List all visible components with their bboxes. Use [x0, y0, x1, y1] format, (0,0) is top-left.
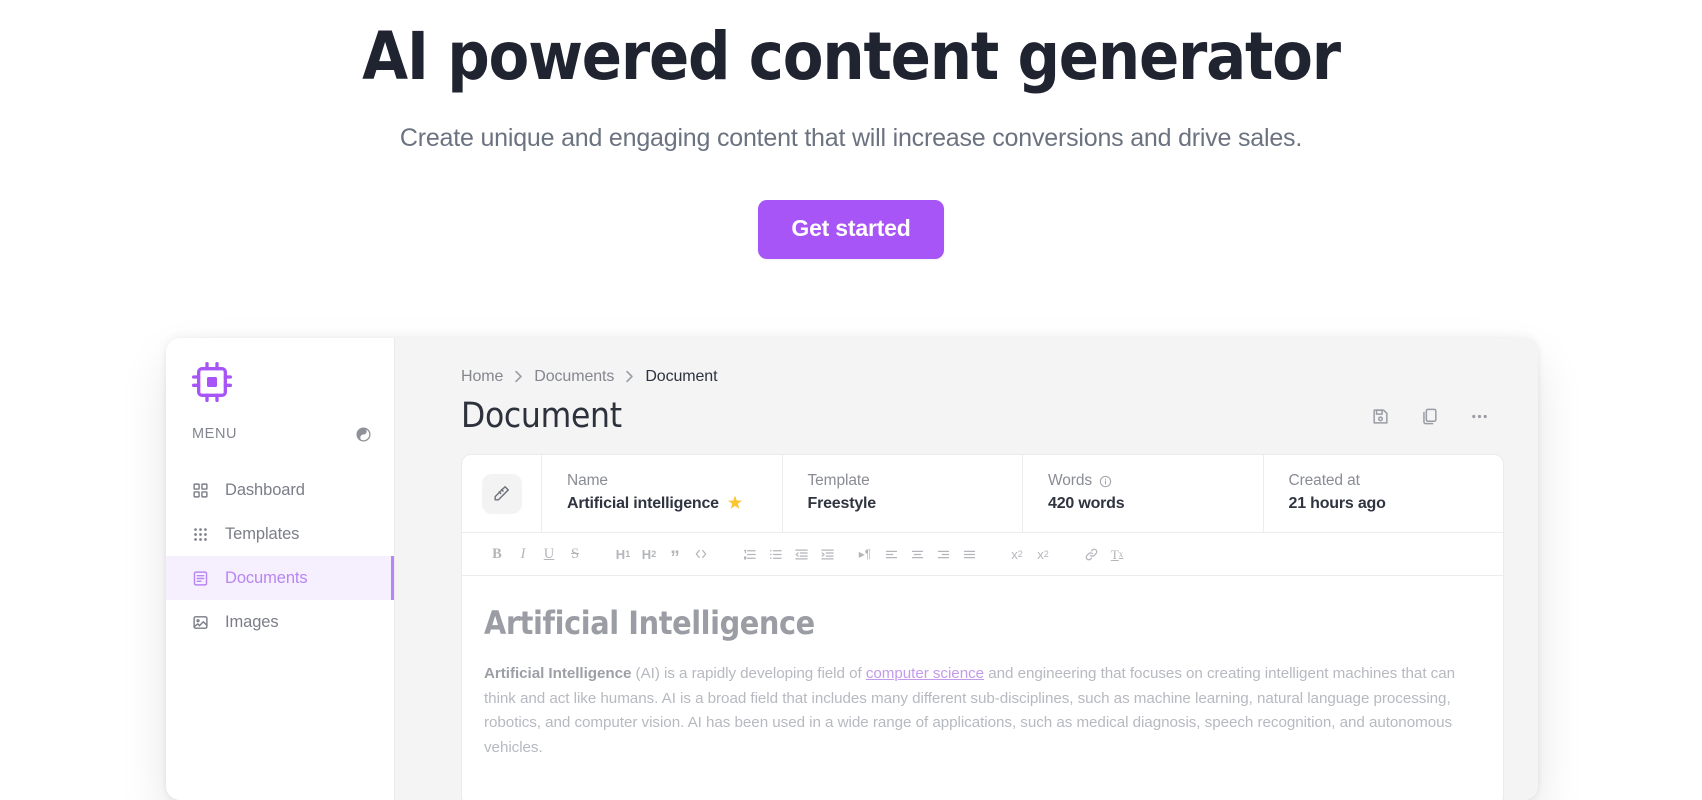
meta-key-label: Name	[567, 472, 608, 489]
document-body[interactable]: Artificial Intelligence Artificial Intel…	[462, 576, 1503, 761]
title-row: Document	[461, 396, 1504, 436]
hero-subtitle: Create unique and engaging content that …	[399, 123, 1303, 152]
heading-2-button[interactable]: H2	[636, 541, 662, 567]
save-icon[interactable]	[1371, 407, 1390, 426]
info-icon[interactable]	[1099, 475, 1112, 488]
document-meta-bar: Name Artificial intelligence ★ Template …	[462, 455, 1503, 532]
document-page-title: Document	[461, 396, 622, 436]
align-center-button[interactable]	[904, 541, 930, 567]
breadcrumb: Home Documents Document	[461, 368, 1504, 386]
meta-key: Words	[1048, 472, 1263, 490]
menu-header: MENU	[166, 412, 394, 456]
meta-field-template: Template Freestyle	[783, 455, 1023, 532]
superscript-button[interactable]: x2	[1030, 541, 1056, 567]
ordered-list-button[interactable]	[736, 541, 762, 567]
sidebar-item-documents[interactable]: Documents	[166, 556, 394, 600]
clear-format-button[interactable]: Tx	[1104, 541, 1130, 567]
copy-icon[interactable]	[1420, 407, 1439, 426]
app-window-mockup: MENU Dashboard Templates Documents Image…	[166, 338, 1538, 800]
link-button[interactable]	[1078, 541, 1104, 567]
bold-button[interactable]: B	[484, 541, 510, 567]
editor-toolbar: B I U S H1 H2 ” ▸¶ x 2 x 2 T x	[462, 532, 1503, 576]
sidebar-nav: Dashboard Templates Documents Images	[166, 468, 394, 644]
toolbar-group-script: x2 x2	[1004, 541, 1056, 567]
bullet-list-button[interactable]	[762, 541, 788, 567]
more-horizontal-icon[interactable]	[1469, 406, 1490, 427]
meta-value-label: Artificial intelligence	[567, 495, 719, 512]
breadcrumb-item-home[interactable]: Home	[461, 368, 503, 386]
toolbar-group-align: ▸¶	[852, 541, 982, 567]
meta-value: Artificial intelligence ★	[567, 495, 782, 513]
meta-key-label: Created at	[1288, 472, 1360, 489]
sidebar-item-label: Templates	[225, 524, 300, 543]
computer-science-link[interactable]: computer science	[866, 665, 984, 682]
indent-button[interactable]	[814, 541, 840, 567]
paragraph-lead: Artificial Intelligence	[484, 665, 632, 682]
breadcrumb-item-documents[interactable]: Documents	[534, 368, 614, 386]
chevron-right-icon	[625, 370, 634, 385]
meta-value: 420 words	[1048, 495, 1263, 513]
title-actions	[1371, 406, 1504, 427]
logo-row	[166, 338, 394, 412]
align-justify-button[interactable]	[956, 541, 982, 567]
meta-icon-cell	[462, 455, 542, 532]
sidebar-item-dashboard[interactable]: Dashboard	[166, 468, 394, 512]
main-content: Home Documents Document Document Name Ar…	[395, 338, 1538, 800]
underline-button[interactable]: U	[536, 541, 562, 567]
grid-dots-icon	[192, 526, 210, 543]
sidebar-item-label: Documents	[225, 568, 308, 587]
meta-key-label: Template	[807, 472, 870, 489]
meta-value-label: 21 hours ago	[1288, 495, 1386, 512]
meta-value: 21 hours ago	[1289, 495, 1504, 513]
outdent-button[interactable]	[788, 541, 814, 567]
meta-value-label: Freestyle	[807, 495, 877, 512]
document-paragraph: Artificial Intelligence (AI) is a rapidl…	[484, 662, 1469, 761]
align-right-button[interactable]	[930, 541, 956, 567]
chevron-right-icon	[514, 370, 523, 385]
hero-section: AI powered content generator Create uniq…	[0, 0, 1702, 259]
toolbar-group-misc: Tx	[1078, 541, 1130, 567]
meta-key: Name	[567, 472, 782, 490]
page-title: AI powered content generator	[362, 18, 1341, 95]
meta-value: Freestyle	[808, 495, 1023, 513]
paragraph-before-link: (AI) is a rapidly developing field of	[631, 665, 866, 682]
subscript-button[interactable]: x2	[1004, 541, 1030, 567]
meta-key-label: Words	[1048, 472, 1093, 489]
sidebar: MENU Dashboard Templates Documents Image…	[166, 338, 395, 800]
blockquote-button[interactable]: ”	[662, 541, 688, 568]
hero-cta-wrapper: Get started	[0, 199, 1702, 259]
sidebar-item-label: Dashboard	[225, 480, 305, 499]
document-list-icon	[192, 570, 210, 587]
code-block-button[interactable]	[688, 541, 714, 567]
meta-field-name: Name Artificial intelligence ★	[542, 455, 783, 532]
sidebar-item-images[interactable]: Images	[166, 600, 394, 644]
toolbar-group-lists	[736, 541, 840, 567]
meta-value-label: 420 words	[1048, 495, 1125, 512]
contrast-circle-icon[interactable]	[355, 426, 372, 443]
toolbar-group-block: H1 H2 ”	[610, 541, 714, 568]
meta-field-words: Words 420 words	[1023, 455, 1264, 532]
meta-key: Template	[808, 472, 1023, 490]
strikethrough-button[interactable]: S	[562, 541, 588, 567]
align-left-button[interactable]	[878, 541, 904, 567]
italic-button[interactable]: I	[510, 541, 536, 567]
image-icon	[192, 614, 210, 631]
cpu-chip-icon[interactable]	[192, 362, 394, 407]
meta-key: Created at	[1289, 472, 1504, 490]
get-started-button[interactable]: Get started	[758, 199, 944, 259]
star-icon[interactable]: ★	[728, 496, 742, 512]
toolbar-group-inline: B I U S	[484, 541, 588, 567]
sidebar-item-label: Images	[225, 612, 279, 631]
sidebar-item-templates[interactable]: Templates	[166, 512, 394, 556]
breadcrumb-item-document: Document	[645, 368, 718, 385]
document-heading: Artificial Intelligence	[484, 604, 815, 642]
menu-label: MENU	[192, 426, 238, 442]
meta-field-created-at: Created at 21 hours ago	[1264, 455, 1504, 532]
magic-pen-icon[interactable]	[481, 473, 522, 514]
grid-2x2-icon	[192, 482, 210, 499]
editor-card: Name Artificial intelligence ★ Template …	[461, 454, 1504, 800]
heading-1-button[interactable]: H1	[610, 541, 636, 567]
text-direction-button[interactable]: ▸¶	[852, 541, 878, 567]
